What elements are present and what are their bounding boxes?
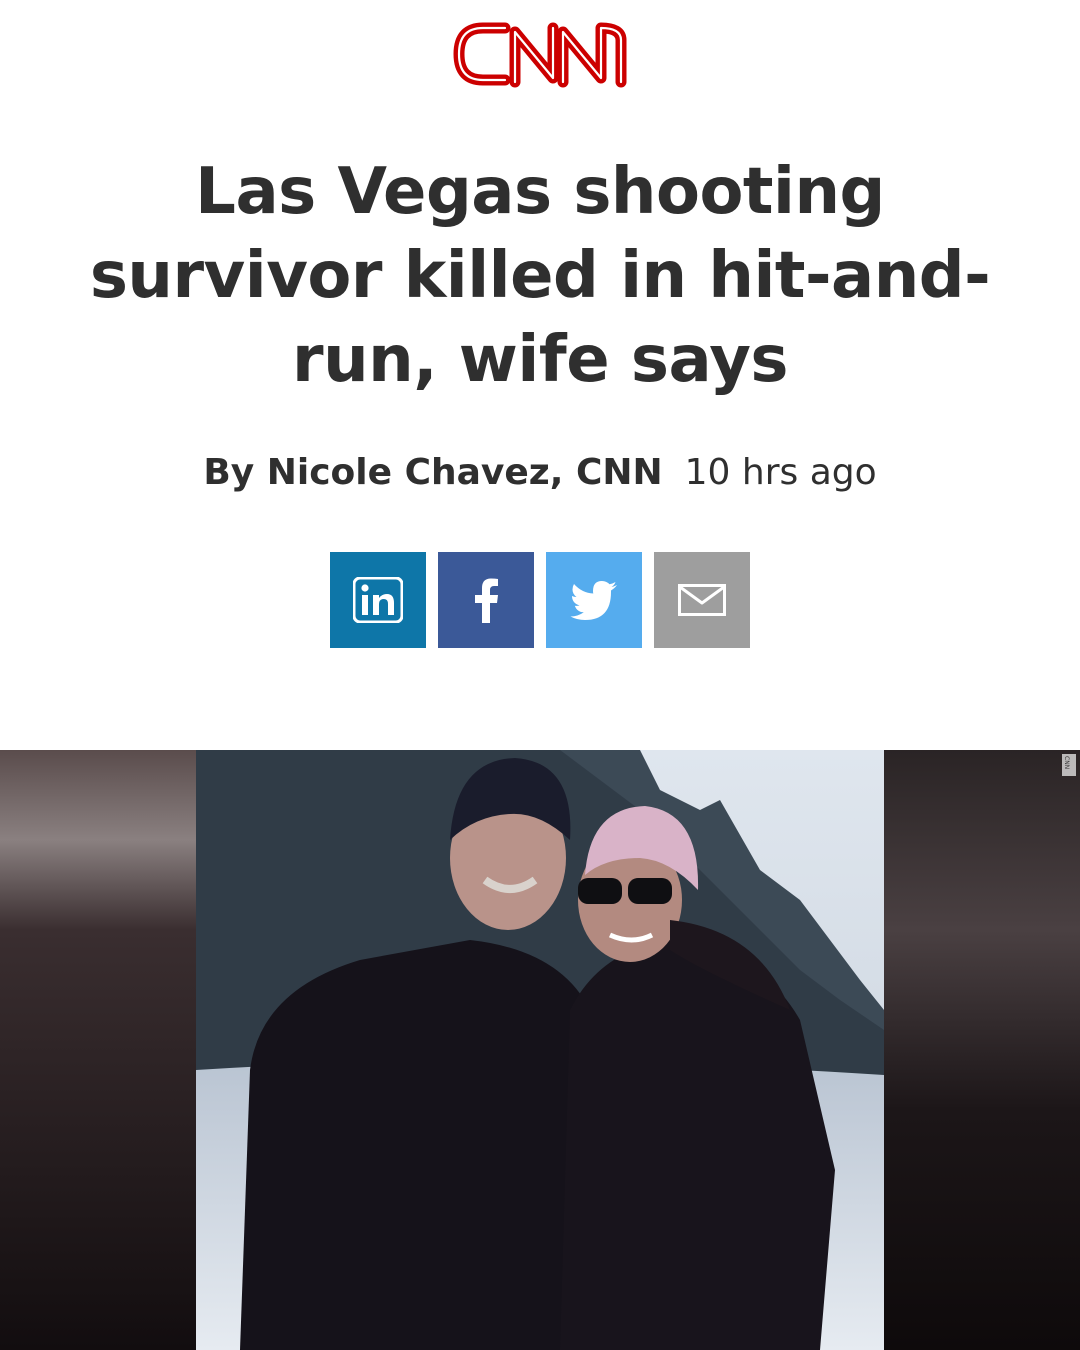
cnn-logo[interactable] [0,10,1080,100]
twitter-icon [570,581,617,620]
share-facebook-button[interactable] [438,552,534,648]
article-headline: Las Vegas shooting survivor killed in hi… [89,155,991,397]
article-photo[interactable]: CNN [0,750,1080,1350]
share-email-button[interactable] [654,552,750,648]
linkedin-icon [353,577,403,623]
share-twitter-button[interactable] [546,552,642,648]
facebook-icon [475,578,498,623]
photo-watermark: CNN [1063,756,1070,770]
share-linkedin-button[interactable] [330,552,426,648]
email-icon [678,584,726,616]
article-byline: By Nicole Chavez, CNN 10 hrs ago [0,448,1080,498]
couple-photo-image [0,750,1080,1350]
publish-time: 10 hrs ago [684,452,877,493]
cnn-logo-icon [453,22,627,88]
share-bar [330,552,750,648]
byline-author[interactable]: By Nicole Chavez, CNN [203,452,662,493]
